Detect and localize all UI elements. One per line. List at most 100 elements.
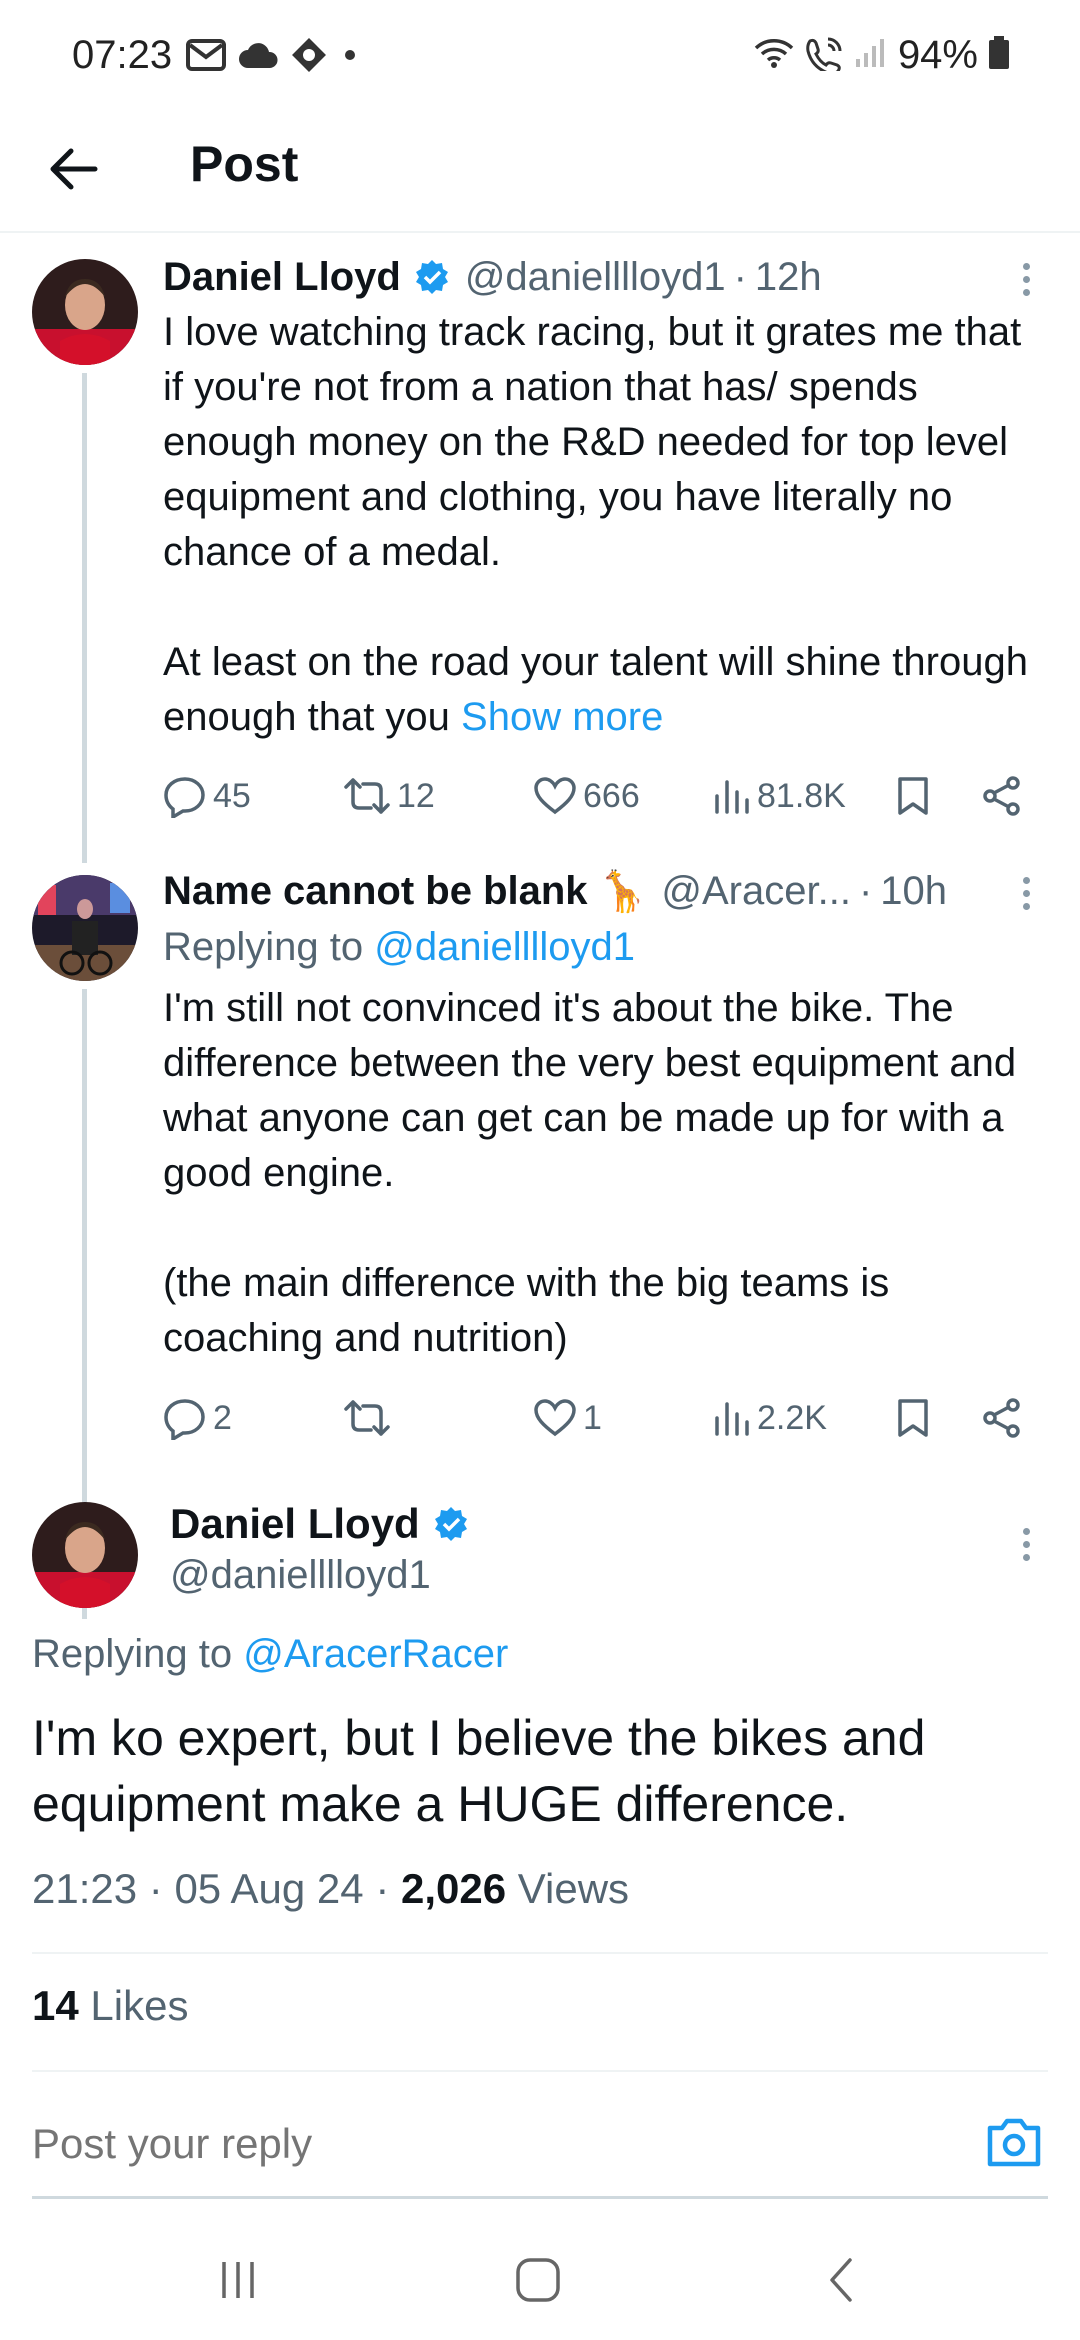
heart-icon <box>533 1398 577 1438</box>
verified-badge-icon <box>432 1505 470 1543</box>
bookmark-button[interactable] <box>895 1388 931 1448</box>
more-options-icon[interactable] <box>1016 263 1036 296</box>
reply-icon <box>163 1396 207 1440</box>
like-button[interactable]: 1 <box>533 1388 602 1448</box>
views-count: 2.2K <box>757 1398 827 1437</box>
separator-dot: · <box>375 1865 390 1912</box>
notification-dot-icon <box>340 45 360 70</box>
post-date: 05 Aug 24 <box>174 1865 364 1912</box>
page-title: Post <box>190 136 299 192</box>
post-text: I love watching track racing, but it gra… <box>163 305 1040 745</box>
more-options-icon[interactable] <box>1016 1528 1036 1561</box>
heart-icon <box>533 776 577 816</box>
mail-icon <box>186 38 226 77</box>
thread-connector <box>82 373 87 863</box>
wifi-calling-icon <box>804 35 844 76</box>
post-time: 21:23 <box>32 1865 138 1912</box>
camera-icon[interactable] <box>984 2114 1044 2170</box>
like-count: 1 <box>583 1398 602 1437</box>
reply-count: 2 <box>213 1398 232 1437</box>
repost-icon <box>343 776 391 816</box>
status-time: 07:23 <box>72 33 173 77</box>
giraffe-emoji: 🦒 <box>597 869 648 914</box>
repost-button[interactable] <box>343 1388 397 1448</box>
likes-summary[interactable]: 14 Likes <box>32 1982 188 2030</box>
thread-post-1[interactable]: Daniel Lloyd @danielllloyd1 · 12h I love… <box>0 233 1080 863</box>
separator-dot: · <box>148 1865 163 1912</box>
post-text: I'm ko expert, but I believe the bikes a… <box>32 1710 926 1832</box>
top-app-bar: Post <box>0 115 1080 233</box>
divider <box>32 2070 1048 2072</box>
reply-composer <box>0 2082 1080 2207</box>
avatar[interactable] <box>32 259 138 365</box>
replying-to: Replying to @AracerRacer <box>32 1632 508 1677</box>
share-button[interactable] <box>981 1388 1023 1448</box>
views-label: Views <box>517 1865 630 1912</box>
separator-dot: · <box>858 868 873 913</box>
show-more-link[interactable]: Show more <box>461 695 663 739</box>
avatar[interactable] <box>32 1502 138 1608</box>
author-name[interactable]: Name cannot be blank <box>163 869 588 914</box>
recent-apps-icon[interactable] <box>208 2250 268 2310</box>
system-nav-bar <box>0 2208 1080 2340</box>
wifi-icon <box>754 36 794 75</box>
home-icon[interactable] <box>508 2250 568 2310</box>
replying-prefix: Replying to <box>32 1632 244 1676</box>
post-text-content: I love watching track racing, but it gra… <box>163 310 1028 739</box>
views-icon <box>713 1398 751 1438</box>
avatar[interactable] <box>32 875 138 981</box>
views-icon <box>713 776 751 816</box>
post-actions: 45 12 666 81.8K <box>163 766 1043 826</box>
likes-label: Likes <box>90 1982 189 2029</box>
status-left-icons <box>186 36 360 79</box>
reply-button[interactable]: 2 <box>163 1388 232 1448</box>
back-icon[interactable] <box>812 2250 872 2310</box>
share-button[interactable] <box>981 766 1023 826</box>
battery-percent: 94% <box>897 33 978 77</box>
views-count: 81.8K <box>757 776 846 815</box>
battery-icon <box>988 36 1010 75</box>
reply-input[interactable] <box>32 2120 932 2168</box>
views-button[interactable]: 81.8K <box>713 766 846 826</box>
views-button[interactable]: 2.2K <box>713 1388 827 1448</box>
repost-icon <box>343 1398 391 1438</box>
post-time[interactable]: 12h <box>755 255 822 300</box>
reply-button[interactable]: 45 <box>163 766 251 826</box>
like-count: 666 <box>583 776 640 815</box>
post-meta: 21:23 · 05 Aug 24 · 2,026 Views <box>32 1865 629 1913</box>
status-bar: 07:23 94% <box>0 0 1080 115</box>
back-arrow-icon[interactable] <box>44 139 104 199</box>
status-right: 94% <box>754 33 1010 78</box>
repost-count: 12 <box>397 776 435 815</box>
post-body: Name cannot be blank 🦒 @Aracer... · 10h … <box>163 863 1040 1366</box>
replying-prefix: Replying to <box>163 925 375 969</box>
author-handle[interactable]: @danielllloyd1 <box>170 1553 431 1598</box>
divider <box>32 1952 1048 1954</box>
bookmark-icon <box>895 775 931 817</box>
post-actions: 2 1 2.2K <box>163 1388 1043 1448</box>
likes-count: 14 <box>32 1982 79 2029</box>
more-options-icon[interactable] <box>1016 877 1036 910</box>
author-name[interactable]: Daniel Lloyd <box>163 255 401 300</box>
repost-button[interactable]: 12 <box>343 766 435 826</box>
replying-to-link[interactable]: @danielllloyd1 <box>374 925 635 969</box>
author-name-row: Daniel Lloyd <box>170 1500 470 1548</box>
replying-to-link[interactable]: @AracerRacer <box>243 1632 508 1676</box>
post-header: Daniel Lloyd @danielllloyd1 · 12h <box>163 249 1040 305</box>
views-count: 2,026 <box>400 1865 507 1912</box>
author-handle[interactable]: @danielllloyd1 <box>465 255 726 300</box>
like-button[interactable]: 666 <box>533 766 640 826</box>
post-text: I'm still not convinced it's about the b… <box>163 986 1017 1360</box>
cloud-icon <box>238 40 278 75</box>
share-icon <box>981 1397 1023 1439</box>
author-handle[interactable]: @Aracer... <box>661 869 851 914</box>
reply-icon <box>163 774 207 818</box>
author-name[interactable]: Daniel Lloyd <box>170 1500 420 1548</box>
share-icon <box>981 775 1023 817</box>
bookmark-icon <box>895 1397 931 1439</box>
post-time[interactable]: 10h <box>880 869 947 914</box>
post-body: Daniel Lloyd @danielllloyd1 · 12h I love… <box>163 249 1040 745</box>
bookmark-button[interactable] <box>895 766 931 826</box>
thread-post-2[interactable]: Name cannot be blank 🦒 @Aracer... · 10h … <box>0 863 1080 1619</box>
reply-underline <box>32 2196 1048 2199</box>
